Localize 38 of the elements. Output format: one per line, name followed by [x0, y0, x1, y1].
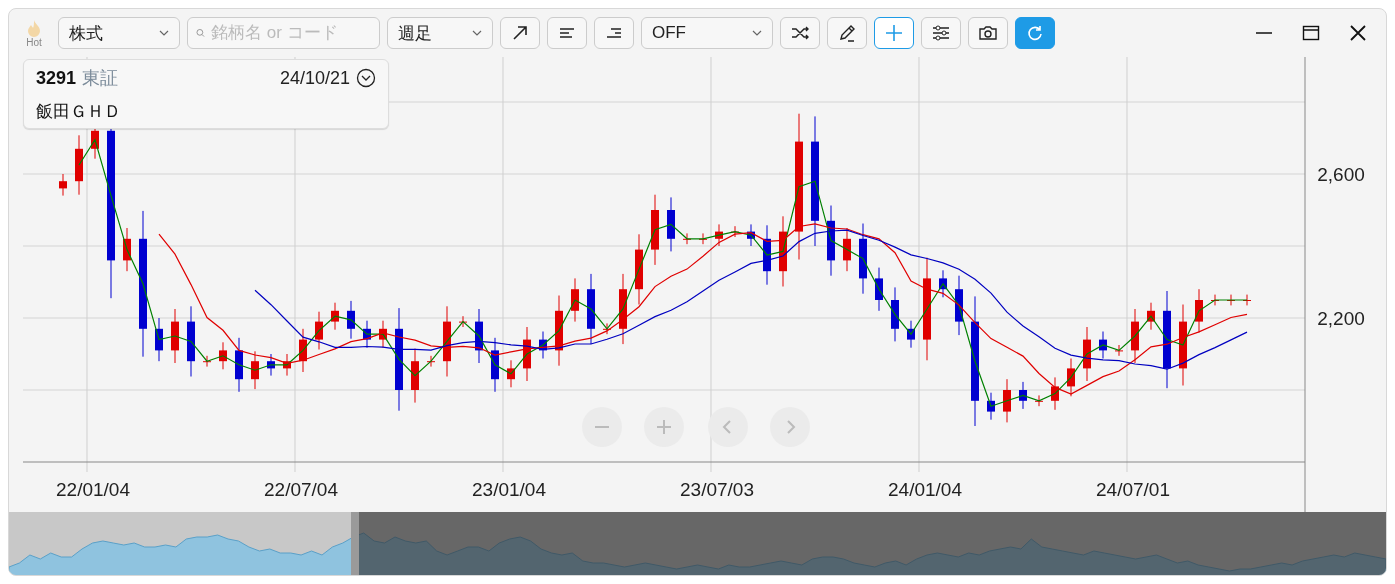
- hot-label: Hot: [26, 36, 42, 48]
- x-axis-label: 23/01/04: [472, 479, 546, 500]
- navigator-drawing[interactable]: [9, 512, 1386, 575]
- toolbar-button[interactable]: [780, 17, 820, 49]
- sliders-icon: [930, 22, 952, 44]
- x-axis-label: 22/07/04: [264, 479, 338, 500]
- indicator-select[interactable]: OFF: [641, 17, 773, 49]
- minus-icon: [594, 426, 610, 428]
- search-icon: [196, 26, 205, 40]
- minimize-icon: [1255, 32, 1273, 34]
- search-field[interactable]: 銘柄名 or コード: [187, 17, 380, 49]
- x-axis-label: 22/01/04: [56, 479, 130, 500]
- stock-name: 飯田ＧＨＤ: [36, 101, 122, 123]
- x-axis-label: 24/01/04: [888, 479, 962, 500]
- period-select[interactable]: 週足: [387, 17, 493, 49]
- toolbar-button[interactable]: [827, 17, 867, 49]
- x-axis-label: 24/07/01: [1096, 479, 1170, 500]
- stock-code: 3291: [36, 67, 77, 89]
- caret-icon: [159, 30, 169, 36]
- caret-icon: [472, 30, 482, 36]
- date-label: 24/10/21: [279, 67, 350, 89]
- plus-icon: [656, 419, 672, 435]
- exchange-label: 東証: [82, 67, 119, 90]
- toolbar-button[interactable]: [921, 17, 961, 49]
- x-axis-label: 23/07/03: [680, 479, 754, 500]
- toolbar-button[interactable]: [500, 17, 540, 49]
- plus-icon: [883, 22, 905, 44]
- toolbar-button[interactable]: [547, 17, 587, 49]
- caret-icon: [752, 30, 762, 36]
- close-icon: [1349, 24, 1367, 42]
- maximize-icon: [1302, 24, 1320, 42]
- y-axis-label: 2,200: [1317, 308, 1365, 329]
- market-select[interactable]: 株式: [58, 17, 180, 49]
- chevron-down-icon[interactable]: [356, 68, 376, 88]
- toolbar-button[interactable]: [594, 17, 634, 49]
- flame-icon: [27, 18, 41, 37]
- y-axis-label: 2,600: [1317, 164, 1365, 185]
- toolbar-button[interactable]: [968, 17, 1008, 49]
